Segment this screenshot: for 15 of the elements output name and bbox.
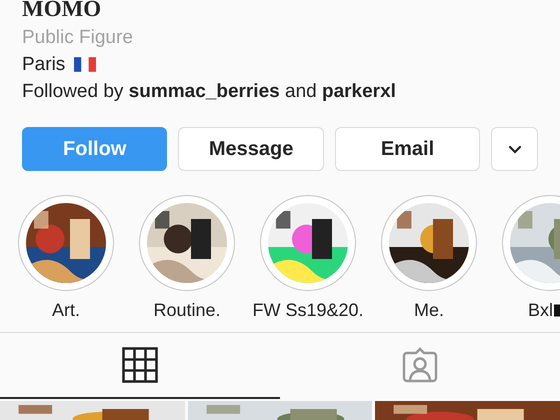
grid-icon: [122, 347, 158, 383]
flag-icon: [74, 56, 96, 73]
highlight-label: Art.: [52, 299, 80, 322]
highlight-label: Me.: [414, 299, 444, 322]
chevron-down-icon: [508, 144, 522, 154]
profile-action-button[interactable]: Email: [334, 127, 480, 171]
followed-by-text: Followed by summac_berries and parkerxl: [22, 80, 396, 104]
profile-action-button[interactable]: Message: [178, 127, 324, 171]
profile-location: Paris: [22, 53, 66, 77]
profile-name: MOMO: [22, 0, 102, 20]
highlight-label: FW Ss19&20.: [252, 299, 364, 322]
profile-category: Public Figure: [22, 26, 133, 50]
highlight-label: Bxl: [528, 299, 553, 322]
person-tag-icon: [402, 347, 438, 383]
highlight-label: Routine.: [153, 299, 221, 322]
